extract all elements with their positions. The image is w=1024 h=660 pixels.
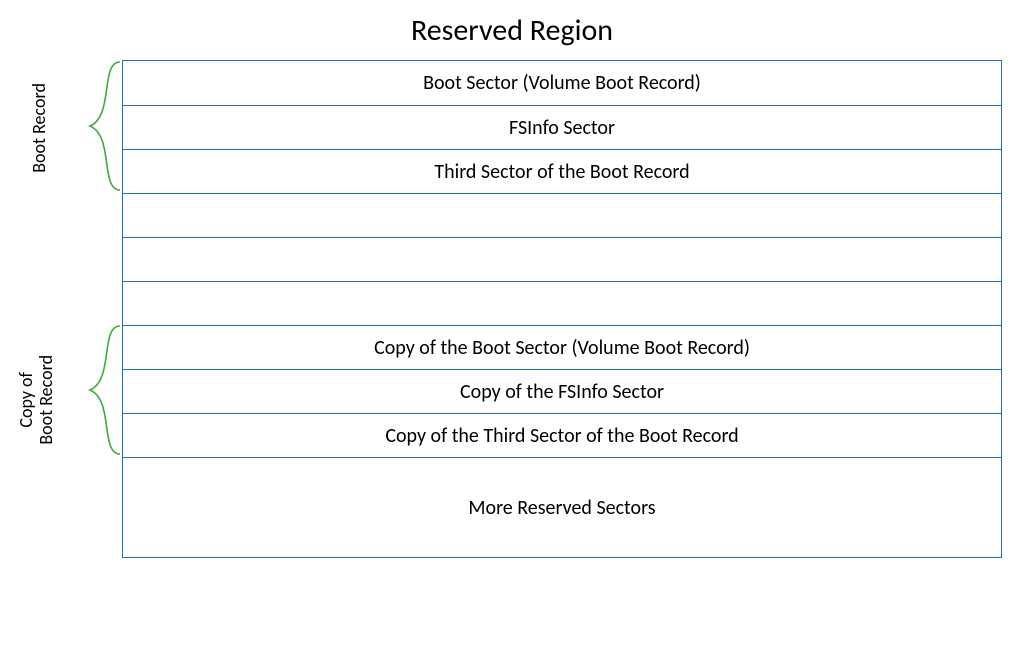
side-label-copy-line2: Boot Record (35, 355, 57, 445)
row-empty-1 (123, 193, 1001, 237)
brace-boot-record (86, 60, 122, 192)
row-empty-2 (123, 237, 1001, 281)
row-copy-third-boot: Copy of the Third Sector of the Boot Rec… (123, 413, 1001, 457)
row-copy-fsinfo: Copy of the FSInfo Sector (123, 369, 1001, 413)
brace-copy-boot-record (86, 324, 122, 456)
side-label-copy-boot-record: Copy of Boot Record (17, 335, 57, 465)
row-copy-boot-sector: Copy of the Boot Sector (Volume Boot Rec… (123, 325, 1001, 369)
row-more-reserved: More Reserved Sectors (123, 457, 1001, 557)
side-label-copy-line1: Copy of (15, 372, 37, 428)
row-third-boot: Third Sector of the Boot Record (123, 149, 1001, 193)
row-boot-sector: Boot Sector (Volume Boot Record) (123, 61, 1001, 105)
reserved-region-table: Boot Sector (Volume Boot Record) FSInfo … (122, 60, 1002, 558)
row-empty-3 (123, 281, 1001, 325)
side-label-boot-record: Boot Record (30, 68, 50, 188)
diagram-title: Reserved Region (0, 12, 1024, 49)
diagram-canvas: Reserved Region Boot Record Copy of Boot… (0, 0, 1024, 660)
row-fsinfo: FSInfo Sector (123, 105, 1001, 149)
